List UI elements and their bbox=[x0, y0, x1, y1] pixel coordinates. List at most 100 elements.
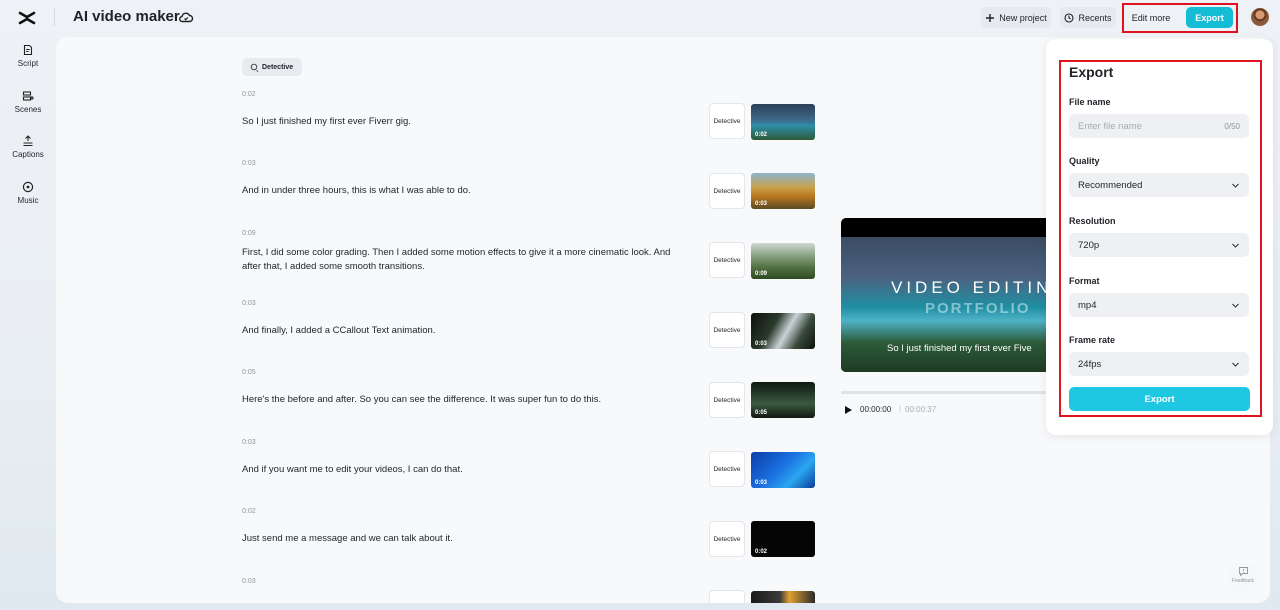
feedback-label: Feedback bbox=[1232, 578, 1254, 584]
segment-time: 0:09 bbox=[242, 230, 256, 237]
scene-duration: 0:03 bbox=[755, 480, 767, 486]
frame-rate-value: 24fps bbox=[1078, 359, 1101, 370]
segment-text[interactable]: So I just finished my first ever Fiverr … bbox=[242, 115, 687, 129]
nav-script[interactable]: Script bbox=[0, 44, 56, 68]
cloud-sync-icon[interactable] bbox=[178, 9, 194, 25]
segment-time: 0:03 bbox=[242, 578, 256, 585]
file-name-label: File name bbox=[1069, 97, 1111, 107]
play-icon[interactable] bbox=[844, 405, 853, 415]
edit-more-button[interactable]: Edit more bbox=[1127, 7, 1175, 28]
export-button-top[interactable]: Export bbox=[1186, 7, 1233, 28]
nav-scenes[interactable]: Scenes bbox=[0, 90, 56, 114]
captions-icon bbox=[22, 135, 34, 147]
scene-thumbnail[interactable]: 0:05 bbox=[751, 382, 815, 418]
nav-captions[interactable]: Captions bbox=[0, 135, 56, 159]
scene-thumbnail[interactable]: 0:03 bbox=[751, 452, 815, 488]
export-button[interactable]: Export bbox=[1069, 387, 1250, 411]
segment-time: 0:05 bbox=[242, 369, 256, 376]
scene-duration: 0:03 bbox=[755, 201, 767, 207]
chevron-down-icon bbox=[1231, 241, 1240, 250]
segment-text[interactable]: Here's the before and after. So you can … bbox=[242, 393, 687, 407]
chevron-down-icon bbox=[1231, 181, 1240, 190]
time-separator: | bbox=[899, 404, 901, 413]
format-select[interactable]: mp4 bbox=[1069, 293, 1249, 317]
segment-text[interactable]: First, I did some color grading. Then I … bbox=[242, 246, 687, 274]
segment-voice-button[interactable]: Detective bbox=[709, 103, 745, 139]
chevron-down-icon bbox=[1231, 301, 1240, 310]
format-label: Format bbox=[1069, 276, 1100, 286]
scene-thumbnail[interactable]: 0:02 bbox=[751, 521, 815, 557]
scene-duration: 0:05 bbox=[755, 410, 767, 416]
current-time: 00:00:00 bbox=[860, 405, 891, 414]
nav-music[interactable]: Music bbox=[0, 181, 56, 205]
segment-voice-button[interactable]: Detective bbox=[709, 312, 745, 348]
scene-thumbnail[interactable]: 0:02 bbox=[751, 104, 815, 140]
file-name-counter: 0/50 bbox=[1224, 122, 1240, 131]
playback-progress-bar[interactable] bbox=[841, 391, 1051, 394]
segment-text[interactable]: And if you want me to edit your videos, … bbox=[242, 463, 687, 477]
segment-text[interactable]: And finally, I added a CCallout Text ani… bbox=[242, 324, 687, 338]
voice-chip-label: Detective bbox=[262, 64, 293, 71]
preview-caption: So I just finished my first ever Five bbox=[887, 343, 1032, 354]
segment-text[interactable]: And in under three hours, this is what I… bbox=[242, 184, 687, 198]
clock-icon bbox=[1064, 13, 1074, 23]
avatar[interactable] bbox=[1251, 8, 1269, 26]
resolution-value: 720p bbox=[1078, 240, 1099, 251]
app-title: AI video maker bbox=[73, 8, 180, 25]
segment-voice-button[interactable]: Detective bbox=[709, 173, 745, 209]
quality-value: Recommended bbox=[1078, 180, 1142, 191]
segment-voice-button[interactable]: Detective bbox=[709, 451, 745, 487]
capcut-logo-icon[interactable] bbox=[16, 7, 38, 29]
top-bar: AI video maker New project Recents Edit … bbox=[0, 0, 1280, 36]
voice-chip[interactable]: Detective bbox=[242, 58, 302, 76]
nav-captions-label: Captions bbox=[12, 150, 44, 159]
recents-label: Recents bbox=[1078, 13, 1111, 23]
divider bbox=[54, 8, 55, 26]
quality-label: Quality bbox=[1069, 156, 1100, 166]
frame-rate-label: Frame rate bbox=[1069, 335, 1115, 345]
preview-subtitle-text: PORTFOLIO bbox=[925, 300, 1031, 317]
video-preview[interactable]: VIDEO EDITING PORTFOLIO So I just finish… bbox=[841, 218, 1051, 372]
scene-thumbnail[interactable]: 0:09 bbox=[751, 243, 815, 279]
format-value: mp4 bbox=[1078, 300, 1096, 311]
segment-text[interactable]: Just send me a message and we can talk a… bbox=[242, 532, 687, 546]
nav-music-label: Music bbox=[18, 196, 39, 205]
file-name-field[interactable]: 0/50 bbox=[1069, 114, 1249, 138]
scene-thumbnail[interactable] bbox=[751, 591, 815, 603]
feedback-icon bbox=[1238, 566, 1249, 577]
scene-duration: 0:03 bbox=[755, 341, 767, 347]
scene-thumbnail[interactable]: 0:03 bbox=[751, 173, 815, 209]
new-project-button[interactable]: New project bbox=[981, 7, 1051, 28]
scene-duration: 0:02 bbox=[755, 549, 767, 555]
segment-voice-button[interactable]: Detective bbox=[709, 242, 745, 278]
frame-rate-select[interactable]: 24fps bbox=[1069, 352, 1249, 376]
preview-title-text: VIDEO EDITING bbox=[891, 278, 1051, 298]
export-panel-title: Export bbox=[1069, 64, 1113, 80]
script-icon bbox=[22, 44, 34, 56]
new-project-label: New project bbox=[999, 13, 1047, 23]
segment-voice-button[interactable]: Detective bbox=[709, 382, 745, 418]
segment-voice-button[interactable]: Detective bbox=[709, 521, 745, 557]
segment-time: 0:03 bbox=[242, 300, 256, 307]
scene-duration: 0:02 bbox=[755, 132, 767, 138]
segment-time: 0:02 bbox=[242, 91, 256, 98]
segment-time: 0:02 bbox=[242, 508, 256, 515]
resolution-select[interactable]: 720p bbox=[1069, 233, 1249, 257]
file-name-input[interactable] bbox=[1078, 121, 1208, 132]
music-icon bbox=[22, 181, 34, 193]
segment-voice-button[interactable] bbox=[709, 590, 745, 603]
recents-button[interactable]: Recents bbox=[1060, 7, 1116, 28]
nav-script-label: Script bbox=[18, 59, 38, 68]
scene-thumbnail[interactable]: 0:03 bbox=[751, 313, 815, 349]
total-time: 00:00:37 bbox=[905, 405, 936, 414]
nav-scenes-label: Scenes bbox=[15, 105, 42, 114]
voice-icon bbox=[250, 63, 259, 72]
plus-icon bbox=[985, 13, 995, 23]
quality-select[interactable]: Recommended bbox=[1069, 173, 1249, 197]
resolution-label: Resolution bbox=[1069, 216, 1116, 226]
segment-time: 0:03 bbox=[242, 160, 256, 167]
feedback-button[interactable]: Feedback bbox=[1229, 563, 1257, 591]
scenes-icon bbox=[22, 90, 34, 102]
chevron-down-icon bbox=[1231, 360, 1240, 369]
scene-duration: 0:09 bbox=[755, 271, 767, 277]
